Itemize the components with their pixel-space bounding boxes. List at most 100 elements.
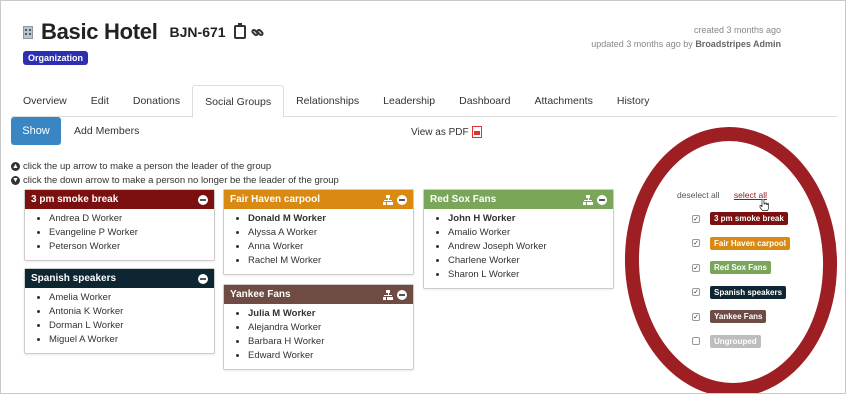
remove-group-icon[interactable] (198, 273, 208, 284)
tab-leadership[interactable]: Leadership (371, 85, 447, 117)
filter-row: ✓ Yankee Fans (692, 310, 767, 323)
member-item[interactable]: Charlene Worker (448, 254, 613, 268)
tab-donations[interactable]: Donations (121, 85, 192, 117)
member-list: Amelia WorkerAntonia K WorkerDorman L Wo… (25, 291, 214, 347)
group-card-header: Spanish speakers (25, 269, 214, 288)
filter-checkbox[interactable]: ✓ (692, 288, 700, 296)
org-chart-icon[interactable] (583, 194, 593, 205)
member-item[interactable]: Amalio Worker (448, 226, 613, 240)
member-item[interactable]: Rachel M Worker (248, 254, 413, 268)
selection-links: deselect all select all (677, 190, 767, 200)
group-card: Red Sox Fans John H WorkerAmalio WorkerAn… (423, 189, 614, 289)
filter-group-tag[interactable]: 3 pm smoke break (710, 212, 788, 225)
member-item[interactable]: Miguel A Worker (49, 333, 214, 347)
filter-checkbox[interactable]: ✓ (692, 239, 700, 247)
member-item[interactable]: Dorman L Worker (49, 319, 214, 333)
member-item[interactable]: Alejandra Worker (248, 321, 413, 335)
group-card-header: 3 pm smoke break (25, 190, 214, 209)
member-item[interactable]: Evangeline P Worker (49, 226, 214, 240)
deselect-all-link[interactable]: deselect all (677, 190, 720, 200)
group-card: 3 pm smoke break Andrea D WorkerEvangelin… (24, 189, 215, 261)
member-item[interactable]: Edward Worker (248, 349, 413, 363)
filter-checkbox[interactable]: ✓ (692, 263, 700, 272)
member-item[interactable]: Antonia K Worker (49, 305, 214, 319)
remove-group-icon[interactable] (397, 289, 407, 300)
up-arrow-icon: ▲ (11, 162, 20, 171)
org-code: BJN-671 (169, 24, 226, 40)
filter-row: Ungrouped (692, 334, 761, 348)
filter-row: ✓ Spanish speakers (692, 285, 787, 299)
link-icon[interactable] (249, 27, 265, 37)
tab-relationships[interactable]: Relationships (284, 85, 371, 117)
filter-group-tag[interactable]: Fair Haven carpool (710, 236, 791, 250)
group-name: Spanish speakers (31, 273, 117, 284)
title-row: Basic Hotel BJN-671 (21, 19, 265, 45)
group-card: Spanish speakers Amelia WorkerAntonia K W… (24, 268, 215, 354)
tab-social-groups[interactable]: Social Groups (192, 85, 285, 118)
view-pdf-link[interactable]: View as PDF (411, 126, 482, 138)
filter-checkbox[interactable]: ✓ (692, 312, 700, 321)
updated-by: Broadstripes Admin (695, 39, 781, 49)
tab-edit[interactable]: Edit (79, 85, 121, 117)
filter-row: ✓ Fair Haven carpool (692, 236, 791, 250)
tab-dashboard[interactable]: Dashboard (447, 85, 522, 117)
hint-up-text: click the up arrow to make a person the … (23, 161, 272, 172)
clipboard-icon[interactable] (233, 23, 246, 39)
organization-badge: Organization (23, 51, 89, 65)
member-item[interactable]: Sharon L Worker (448, 268, 613, 282)
tab-history[interactable]: History (605, 85, 662, 117)
tab-overview[interactable]: Overview (11, 85, 79, 117)
group-card-header: Yankee Fans (224, 285, 413, 304)
remove-group-icon[interactable] (198, 194, 208, 205)
view-pdf-label[interactable]: View as PDF (411, 127, 469, 138)
filter-row: ✓ 3 pm smoke break (692, 212, 788, 225)
member-item[interactable]: Alyssa A Worker (248, 226, 413, 240)
member-item[interactable]: Donald M Worker (248, 212, 413, 226)
remove-group-icon[interactable] (397, 194, 407, 205)
filter-row: ✓ Red Sox Fans (692, 261, 771, 274)
page-title: Basic Hotel (41, 19, 158, 44)
tab-attachments[interactable]: Attachments (522, 85, 604, 117)
member-list: Andrea D WorkerEvangeline P WorkerPeters… (25, 212, 214, 254)
filter-group-tag[interactable]: Red Sox Fans (710, 261, 771, 274)
member-item[interactable]: Anna Worker (248, 240, 413, 254)
member-item[interactable]: Andrea D Worker (49, 212, 214, 226)
pdf-icon[interactable] (471, 126, 482, 138)
record-meta: created 3 months ago updated 3 months ag… (591, 23, 781, 51)
hint-down: ▼ click the down arrow to make a person … (11, 175, 339, 186)
add-members-link[interactable]: Add Members (74, 125, 139, 137)
group-name: Yankee Fans (230, 289, 291, 300)
filter-group-tag[interactable]: Yankee Fans (710, 310, 767, 323)
down-arrow-icon: ▼ (11, 176, 20, 185)
remove-group-icon[interactable] (597, 194, 607, 205)
hint-up: ▲ click the up arrow to make a person th… (11, 161, 271, 172)
show-button[interactable]: Show (11, 117, 61, 145)
member-item[interactable]: Amelia Worker (49, 291, 214, 305)
tab-bar: Overview Edit Donations Social Groups Relati… (11, 85, 837, 118)
group-name: Fair Haven carpool (230, 194, 321, 205)
page-frame: Basic Hotel BJN-671 Organization created… (0, 0, 846, 394)
group-card-header: Red Sox Fans (424, 190, 613, 209)
member-item[interactable]: Barbara H Worker (248, 335, 413, 349)
group-card: Fair Haven carpool Donald M WorkerAlyssa … (223, 189, 414, 275)
hint-down-text: click the down arrow to make a person no… (23, 175, 339, 186)
org-chart-icon[interactable] (383, 194, 393, 205)
filter-group-tag[interactable]: Ungrouped (710, 334, 761, 348)
group-card-header: Fair Haven carpool (224, 190, 413, 209)
member-item[interactable]: Peterson Worker (49, 240, 214, 254)
hand-cursor-icon (759, 199, 769, 211)
highlight-circle (620, 123, 842, 393)
member-list: Donald M WorkerAlyssa A WorkerAnna Worke… (224, 212, 413, 268)
created-text: created 3 months ago (693, 25, 781, 35)
org-chart-icon[interactable] (383, 289, 393, 300)
filter-group-tag[interactable]: Spanish speakers (710, 285, 787, 299)
group-card: Yankee Fans Julia M WorkerAlejandra Worke… (223, 284, 414, 370)
member-item[interactable]: Andrew Joseph Worker (448, 240, 613, 254)
member-item[interactable]: John H Worker (448, 212, 613, 226)
member-item[interactable]: Julia M Worker (248, 307, 413, 321)
member-list: Julia M WorkerAlejandra WorkerBarbara H … (224, 307, 413, 363)
group-name: Red Sox Fans (430, 194, 497, 205)
filter-checkbox[interactable]: ✓ (692, 214, 700, 223)
filter-checkbox[interactable] (692, 337, 700, 345)
updated-text: updated 3 months ago by Broadstripes Adm… (591, 39, 781, 49)
